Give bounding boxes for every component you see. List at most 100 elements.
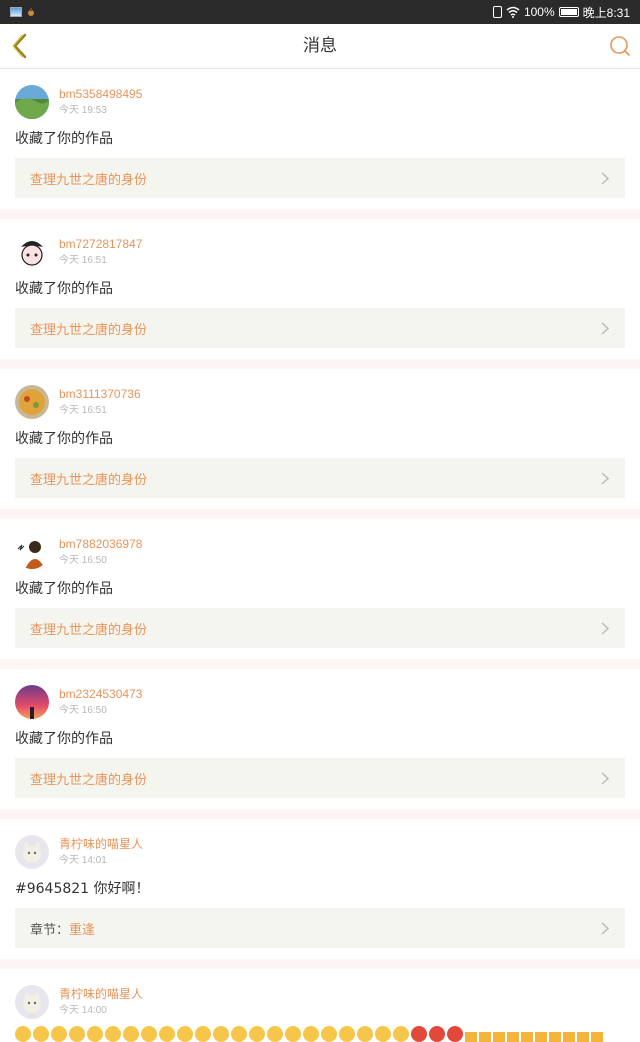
search-button[interactable]	[608, 34, 632, 58]
message-text: 收藏了你的作品	[15, 431, 113, 447]
landscape-avatar[interactable]	[15, 85, 49, 119]
emoji-icon	[285, 1026, 301, 1042]
chapter-title: 重逢	[69, 922, 96, 938]
hand-emoji-icon	[563, 1026, 575, 1042]
chapter-prefix: 章节：	[30, 922, 70, 938]
hand-emoji-icon	[549, 1026, 561, 1042]
emoji-icon	[249, 1026, 265, 1042]
timestamp: 今天 19:53	[59, 105, 107, 116]
message-card: 青柠味的喵星人 今天 14:01 #9645821 你好啊！ 章节：重逢	[0, 819, 640, 969]
hand-emoji-icon	[591, 1026, 603, 1042]
message-header: bm5358498495 今天 19:53	[15, 84, 625, 120]
angry-emoji-icon	[411, 1026, 427, 1042]
hand-emoji-icon	[577, 1026, 589, 1042]
message-card: 青柠味的喵星人 今天 14:00	[0, 969, 640, 1042]
work-link[interactable]: 查理九世之唐的身份	[15, 308, 625, 348]
emoji-icon	[105, 1026, 121, 1042]
cat-avatar[interactable]	[15, 985, 49, 1019]
username[interactable]: bm5358498495	[59, 87, 142, 102]
app-notification-icon	[28, 8, 34, 16]
clock: 晚上8:31	[582, 5, 630, 20]
food-avatar[interactable]	[15, 385, 49, 419]
message-card: bm2324530473 今天 16:50 收藏了你的作品 查理九世之唐的身份	[0, 669, 640, 819]
emoji-icon	[33, 1026, 49, 1042]
work-link-title: 查理九世之唐的身份	[30, 772, 148, 788]
work-link[interactable]: 查理九世之唐的身份	[15, 758, 625, 798]
work-link-title: 查理九世之唐的身份	[30, 322, 148, 338]
username[interactable]: 青柠味的喵星人	[59, 837, 143, 852]
hand-emoji-icon	[465, 1026, 477, 1042]
emoji-icon	[123, 1026, 139, 1042]
gallery-notification-icon	[10, 7, 22, 17]
chevron-right-icon	[601, 321, 611, 335]
hand-emoji-icon	[493, 1026, 505, 1042]
work-link-title: 查理九世之唐的身份	[30, 472, 148, 488]
message-header: 青柠味的喵星人 今天 14:01	[15, 834, 625, 870]
chevron-right-icon	[601, 771, 611, 785]
message-text: 收藏了你的作品	[15, 731, 113, 747]
timestamp: 今天 14:01	[59, 855, 107, 866]
work-link[interactable]: 查理九世之唐的身份	[15, 458, 625, 498]
work-link-title: 查理九世之唐的身份	[30, 172, 148, 188]
username[interactable]: bm2324530473	[59, 687, 142, 702]
message-text: #9645821 你好啊！	[15, 881, 150, 897]
message-header: bm3111370736 今天 16:51	[15, 384, 625, 420]
emoji-icon	[177, 1026, 193, 1042]
page-title: 消息	[303, 36, 337, 56]
hand-emoji-icon	[535, 1026, 547, 1042]
emoji-icon	[267, 1026, 283, 1042]
username[interactable]: bm7882036978	[59, 537, 142, 552]
timestamp: 今天 16:51	[59, 255, 107, 266]
angry-emoji-icon	[447, 1026, 463, 1042]
vibrate-icon	[492, 6, 502, 18]
emoji-icon	[69, 1026, 85, 1042]
chevron-right-icon	[601, 171, 611, 185]
emoji-icon	[357, 1026, 373, 1042]
message-card: bm7882036978 今天 16:50 收藏了你的作品 查理九世之唐的身份	[0, 519, 640, 669]
emoji-icon	[213, 1026, 229, 1042]
status-bar: 100% 晚上8:31	[0, 0, 640, 24]
username[interactable]: 青柠味的喵星人	[59, 987, 143, 1002]
timestamp: 今天 14:00	[59, 1005, 107, 1016]
emoji-icon	[321, 1026, 337, 1042]
hand-emoji-icon	[521, 1026, 533, 1042]
emoji-icon	[141, 1026, 157, 1042]
emoji-icon	[339, 1026, 355, 1042]
message-text: 收藏了你的作品	[15, 281, 113, 297]
message-list: bm5358498495 今天 19:53 收藏了你的作品 查理九世之唐的身份 …	[0, 69, 640, 1042]
timestamp: 今天 16:50	[59, 555, 107, 566]
message-header: bm7272817847 今天 16:51	[15, 234, 625, 270]
message-card: bm5358498495 今天 19:53 收藏了你的作品 查理九世之唐的身份	[0, 69, 640, 219]
username[interactable]: bm7272817847	[59, 237, 142, 252]
emoji-message-row	[15, 1026, 625, 1042]
cartoon-avatar[interactable]	[15, 235, 49, 269]
work-link[interactable]: 查理九世之唐的身份	[15, 608, 625, 648]
work-link[interactable]: 查理九世之唐的身份	[15, 158, 625, 198]
chapter-link[interactable]: 章节：重逢	[15, 908, 625, 948]
message-card: bm7272817847 今天 16:51 收藏了你的作品 查理九世之唐的身份	[0, 219, 640, 369]
chevron-right-icon	[601, 621, 611, 635]
emoji-icon	[195, 1026, 211, 1042]
emoji-icon	[375, 1026, 391, 1042]
timestamp: 今天 16:51	[59, 405, 107, 416]
message-card: bm3111370736 今天 16:51 收藏了你的作品 查理九世之唐的身份	[0, 369, 640, 519]
message-text: 收藏了你的作品	[15, 131, 113, 147]
angry-emoji-icon	[429, 1026, 445, 1042]
message-header: 青柠味的喵星人 今天 14:00	[15, 984, 625, 1020]
sunset-avatar[interactable]	[15, 685, 49, 719]
hand-emoji-icon	[507, 1026, 519, 1042]
hand-emoji-icon	[479, 1026, 491, 1042]
person-avatar[interactable]	[15, 535, 49, 569]
back-button[interactable]	[8, 32, 32, 60]
search-icon	[610, 36, 630, 56]
emoji-icon	[159, 1026, 175, 1042]
message-header: bm7882036978 今天 16:50	[15, 534, 625, 570]
cat-avatar[interactable]	[15, 835, 49, 869]
emoji-icon	[15, 1026, 31, 1042]
top-navbar: 消息	[0, 24, 640, 69]
chevron-right-icon	[601, 921, 611, 935]
emoji-icon	[393, 1026, 409, 1042]
username[interactable]: bm3111370736	[59, 387, 141, 402]
status-bar-system: 100% 晚上8:31	[492, 4, 630, 21]
wifi-icon	[506, 6, 520, 18]
